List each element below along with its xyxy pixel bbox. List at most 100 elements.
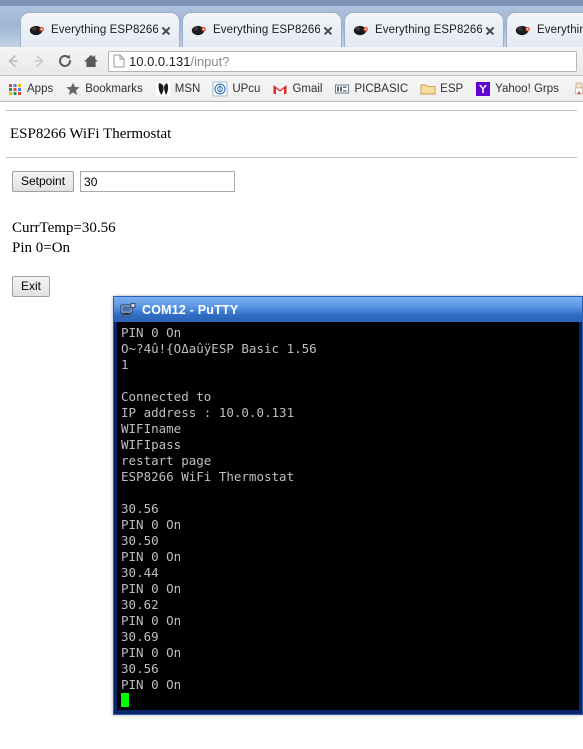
tab-strip: Everything ESP8266 - Everything ESP8266 … — [0, 0, 583, 47]
bookmark-bookmarks[interactable]: Bookmarks — [60, 79, 148, 99]
document-icon — [113, 54, 125, 68]
bookmark-label: Bookmarks — [85, 82, 143, 95]
terminal-line: WIFIpass — [121, 437, 182, 452]
bookmark-picbasic[interactable]: PICBASIC — [329, 79, 413, 99]
terminal-line: 30.56 — [121, 661, 159, 676]
close-icon[interactable] — [482, 22, 498, 38]
terminal-line: restart page — [121, 453, 212, 468]
browser-tab-4[interactable]: Everything — [506, 12, 583, 47]
terminal-line: WIFIname — [121, 421, 182, 436]
exit-form: Exit — [12, 276, 583, 297]
url-host: 10.0.0.131 — [129, 53, 191, 69]
terminal-line: PIN 0 On — [121, 677, 182, 692]
bookmark-dilbert[interactable]: Dilbe — [566, 79, 583, 99]
window-top-edge — [0, 0, 583, 6]
esp8266-forum-favicon — [29, 25, 44, 36]
upcu-icon — [212, 81, 228, 96]
forward-button[interactable] — [26, 48, 52, 74]
home-button[interactable] — [78, 48, 104, 74]
back-button[interactable] — [0, 48, 26, 74]
terminal-line: 30.50 — [121, 533, 159, 548]
terminal-line: PIN 0 On — [121, 581, 182, 596]
apps-grid-icon — [9, 83, 21, 95]
putty-title-bar[interactable]: COM12 - PuTTY — [114, 297, 582, 322]
address-bar[interactable]: 10.0.0.131/input? — [108, 50, 577, 72]
putty-terminal[interactable]: PIN 0 On O~?4û!{OΔaûÿESP Basic 1.56 1 Conn… — [117, 322, 579, 710]
divider-top — [6, 110, 577, 112]
putty-computer-icon — [120, 302, 136, 316]
terminal-line: PIN 0 On — [121, 645, 182, 660]
terminal-output: PIN 0 On O~?4û!{OΔaûÿESP Basic 1.56 1 Conn… — [117, 322, 579, 709]
url-path: /input? — [190, 53, 230, 69]
home-icon — [84, 55, 98, 67]
terminal-line: PIN 0 On — [121, 613, 182, 628]
terminal-line: PIN 0 On — [121, 549, 182, 564]
reload-button[interactable] — [52, 48, 78, 74]
star-icon — [66, 82, 80, 95]
close-icon[interactable] — [158, 22, 174, 38]
tab-title: Everything ESP8266 - — [375, 24, 482, 36]
bookmark-label: Yahoo! Grps — [495, 82, 559, 95]
browser-tab-3[interactable]: Everything ESP8266 - — [344, 12, 504, 47]
arrow-left-icon — [8, 55, 18, 67]
terminal-line: 30.62 — [121, 597, 159, 612]
terminal-line: 1 — [121, 357, 129, 372]
msn-butterfly-icon — [155, 81, 170, 96]
setpoint-form: Setpoint — [12, 171, 583, 192]
terminal-line: Connected to — [121, 389, 212, 404]
folder-icon — [420, 84, 436, 94]
browser-toolbar: 10.0.0.131/input? — [0, 47, 583, 76]
bookmark-esp[interactable]: ESP — [415, 79, 468, 99]
tab-title: Everything ESP8266 - — [51, 24, 158, 36]
divider-under-title — [6, 157, 577, 159]
bookmark-apps[interactable]: Apps — [2, 79, 58, 99]
setpoint-button[interactable]: Setpoint — [12, 171, 75, 192]
thermostat-page: ESP8266 WiFi Thermostat Setpoint CurrTem… — [0, 102, 583, 297]
esp8266-forum-favicon — [515, 25, 530, 36]
arrow-right-icon — [34, 55, 44, 67]
esp8266-forum-favicon — [191, 25, 206, 36]
exit-button[interactable]: Exit — [12, 276, 51, 297]
terminal-line: ESP8266 WiFi Thermostat — [121, 469, 295, 484]
gmail-m-icon — [273, 84, 287, 94]
bookmark-label: Apps — [27, 82, 54, 95]
reload-icon — [59, 54, 71, 67]
terminal-cursor-line — [121, 693, 579, 709]
bookmark-upcu[interactable]: UPcu — [207, 79, 265, 99]
esp8266-forum-favicon — [353, 25, 368, 36]
bookmark-label: Gmail — [292, 82, 323, 95]
terminal-line: 30.69 — [121, 629, 159, 644]
bookmark-yahoo-grps[interactable]: Yahoo! Grps — [470, 79, 564, 99]
bookmark-label: UPcu — [232, 82, 261, 95]
current-temp-readout: CurrTemp=30.56 — [12, 220, 116, 236]
terminal-line: 30.44 — [121, 565, 159, 580]
url-text: 10.0.0.131/input? — [129, 54, 230, 69]
terminal-line: O~?4û!{OΔaûÿESP Basic 1.56 — [121, 341, 317, 356]
terminal-line: IP address : 10.0.0.131 — [121, 405, 295, 420]
page-title: ESP8266 WiFi Thermostat — [10, 126, 172, 142]
bookmarks-bar: Apps Bookmarks MSN UPcu Gmail PICBASIC E… — [0, 76, 583, 102]
terminal-line: PIN 0 On — [121, 325, 182, 340]
bookmark-label: PICBASIC — [354, 82, 409, 95]
terminal-line: 30.56 — [121, 501, 159, 516]
browser-tab-1[interactable]: Everything ESP8266 - — [20, 12, 180, 47]
tab-title: Everything — [537, 24, 583, 36]
tab-title: Everything ESP8266 - — [213, 24, 320, 36]
close-icon[interactable] — [320, 22, 336, 38]
pin-state-readout: Pin 0=On — [12, 240, 71, 256]
setpoint-input[interactable] — [80, 171, 236, 192]
dilbert-icon — [575, 82, 583, 94]
terminal-line: PIN 0 On — [121, 517, 182, 532]
bookmark-label: MSN — [174, 82, 201, 95]
bookmark-label: ESP — [440, 82, 464, 95]
bookmark-gmail[interactable]: Gmail — [267, 79, 327, 99]
putty-window[interactable]: COM12 - PuTTY PIN 0 On O~?4û!{OΔaûÿESP Ba… — [113, 296, 583, 715]
yahoo-y-icon — [476, 81, 491, 96]
putty-window-title: COM12 - PuTTY — [142, 302, 239, 317]
bookmark-msn[interactable]: MSN — [150, 79, 206, 99]
terminal-cursor — [121, 693, 129, 707]
picbasic-icon — [335, 84, 350, 93]
browser-tab-2[interactable]: Everything ESP8266 - — [182, 12, 342, 47]
